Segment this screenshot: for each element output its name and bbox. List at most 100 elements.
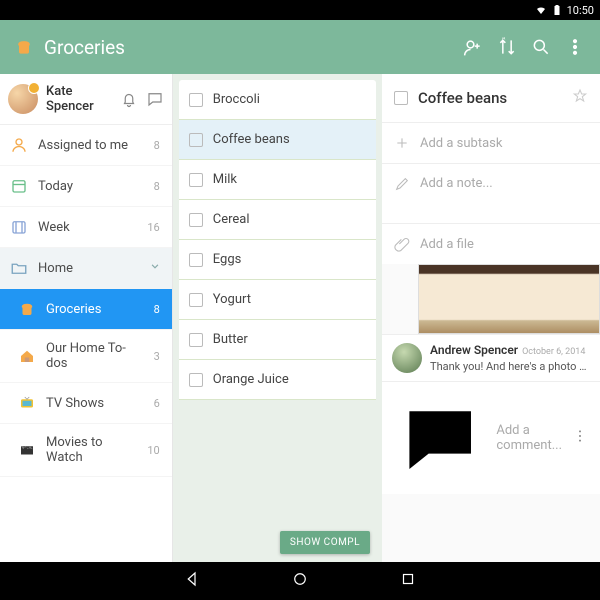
tv-icon (18, 394, 36, 412)
task-row[interactable]: Butter (179, 320, 376, 360)
system-nav-bar (0, 562, 600, 600)
share-button[interactable] (462, 36, 484, 58)
add-note-row[interactable]: Add a note... (382, 164, 600, 224)
status-bar: 10:50 (0, 0, 600, 20)
task-row[interactable]: Broccoli (179, 80, 376, 120)
add-comment-row[interactable]: Add a comment... (382, 381, 600, 494)
add-subtask-label: Add a subtask (420, 136, 502, 151)
comment-date: October 6, 2014 (522, 347, 585, 357)
star-button[interactable] (572, 88, 588, 108)
recents-button[interactable] (399, 570, 417, 592)
sidebar-item-count: 8 (154, 180, 162, 193)
task-label: Butter (213, 332, 248, 347)
checkbox[interactable] (189, 173, 203, 187)
task-row[interactable]: Yogurt (179, 280, 376, 320)
comment: Andrew Spencer October 6, 2014 Thank you!… (382, 334, 600, 381)
plus-icon (394, 135, 410, 151)
comment-author: Andrew Spencer (430, 343, 518, 357)
checkbox[interactable] (189, 373, 203, 387)
notifications-icon[interactable] (120, 90, 138, 108)
add-comment-label: Add a comment... (496, 423, 562, 453)
film-icon (18, 441, 36, 459)
wifi-icon (535, 4, 547, 16)
profile-row[interactable]: Kate Spencer (0, 74, 172, 125)
app-icon (14, 37, 34, 57)
search-button[interactable] (530, 36, 552, 58)
chevron-down-icon (148, 259, 162, 277)
sidebar-item-count: 8 (154, 303, 162, 316)
sidebar-item-week[interactable]: Week 16 (0, 207, 172, 248)
show-completed-button[interactable]: SHOW COMPL (280, 531, 370, 554)
comment-avatar (392, 343, 422, 373)
checkbox[interactable] (189, 93, 203, 107)
task-row[interactable]: Milk (179, 160, 376, 200)
detail-header: Coffee beans (382, 74, 600, 123)
avatar (8, 84, 38, 114)
conversations-icon[interactable] (146, 90, 164, 108)
paperclip-icon (394, 236, 410, 252)
sidebar-item-label: Movies to Watch (46, 435, 137, 465)
person-icon (10, 136, 28, 154)
sidebar-item-label: Today (38, 179, 144, 194)
checkbox[interactable] (189, 333, 203, 347)
back-button[interactable] (183, 570, 201, 592)
sidebar-item-count: 16 (147, 221, 161, 234)
app-header: Groceries A (0, 20, 600, 74)
comment-text: Thank you! And here's a photo of it i... (430, 360, 590, 373)
task-list-panel: Broccoli Coffee beans Milk Cereal Eggs Y… (173, 74, 382, 562)
svg-text:A: A (502, 37, 506, 42)
home-button[interactable] (291, 570, 309, 592)
add-file-row[interactable]: Add a file (382, 224, 600, 264)
checkbox[interactable] (189, 293, 203, 307)
sidebar-item-label: Home (38, 261, 138, 276)
detail-title[interactable]: Coffee beans (418, 89, 562, 107)
sidebar-item-assigned[interactable]: Assigned to me 8 (0, 125, 172, 166)
sidebar-item-label: Groceries (46, 302, 144, 317)
task-row[interactable]: Orange Juice (179, 360, 376, 400)
sidebar-item-label: Our Home To-dos (46, 341, 144, 371)
detail-panel: Coffee beans Add a subtask Add a note...… (382, 74, 600, 562)
overflow-menu-button[interactable] (564, 36, 586, 58)
sidebar-item-label: TV Shows (46, 396, 144, 411)
sidebar-item-groceries[interactable]: Groceries 8 (0, 289, 172, 330)
status-time: 10:50 (567, 4, 594, 17)
task-row[interactable]: Cereal (179, 200, 376, 240)
sidebar-item-count: 10 (147, 444, 161, 457)
sidebar-item-home-todos[interactable]: Our Home To-dos 3 (0, 330, 172, 383)
battery-icon (551, 4, 563, 16)
sidebar: Kate Spencer Assigned to me 8 Today 8 We… (0, 74, 173, 562)
pencil-icon (394, 176, 410, 192)
week-icon (10, 218, 28, 236)
checkbox[interactable] (189, 133, 203, 147)
sidebar-item-count: 6 (154, 397, 162, 410)
task-row[interactable]: Coffee beans (179, 120, 376, 160)
bread-icon (18, 300, 36, 318)
add-subtask-row[interactable]: Add a subtask (382, 123, 600, 164)
sidebar-item-label: Week (38, 220, 137, 235)
sidebar-item-movies[interactable]: Movies to Watch 10 (0, 424, 172, 477)
page-title: Groceries (44, 36, 125, 59)
sidebar-folder-home[interactable]: Home (0, 248, 172, 289)
folder-icon (10, 259, 28, 277)
add-note-label: Add a note... (420, 176, 493, 191)
add-file-label: Add a file (420, 237, 474, 252)
task-label: Yogurt (213, 292, 251, 307)
task-label: Milk (213, 172, 237, 187)
speech-icon (394, 392, 486, 484)
checkbox[interactable] (394, 91, 408, 105)
checkbox[interactable] (189, 213, 203, 227)
sidebar-item-count: 3 (154, 350, 162, 363)
task-label: Orange Juice (213, 372, 289, 387)
task-row[interactable]: Eggs (179, 240, 376, 280)
checkbox[interactable] (189, 253, 203, 267)
sidebar-item-tv-shows[interactable]: TV Shows 6 (0, 383, 172, 424)
attachment-thumbnail[interactable] (418, 264, 600, 334)
sidebar-item-count: 8 (154, 139, 162, 152)
today-icon (10, 177, 28, 195)
task-label: Cereal (213, 212, 250, 227)
task-label: Broccoli (213, 92, 260, 107)
sort-button[interactable]: A (496, 36, 518, 58)
sidebar-item-today[interactable]: Today 8 (0, 166, 172, 207)
comment-overflow-button[interactable] (572, 428, 588, 448)
sidebar-item-label: Assigned to me (38, 138, 144, 153)
